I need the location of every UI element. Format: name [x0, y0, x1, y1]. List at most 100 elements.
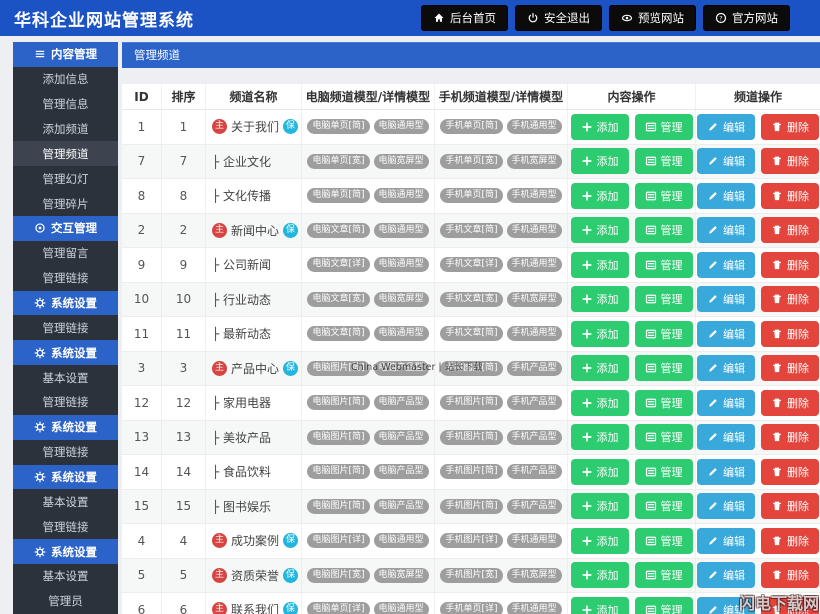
manage-button[interactable]: 管理 [634, 389, 693, 416]
edit-button[interactable]: 编辑 [697, 217, 755, 244]
delete-button[interactable]: 删除 [761, 148, 819, 175]
sidebar-item-manage-links-4[interactable]: 管理链接 [13, 440, 118, 465]
manage-button[interactable]: 管理 [634, 251, 693, 278]
manage-button[interactable]: 管理 [634, 596, 693, 614]
delete-button[interactable]: 删除 [761, 320, 819, 347]
add-button[interactable]: 添加 [570, 562, 629, 589]
manage-button[interactable]: 管理 [634, 424, 693, 451]
sidebar-item-manage-links-5[interactable]: 管理链接 [13, 514, 118, 539]
edit-button[interactable]: 编辑 [697, 113, 755, 140]
list-icon [645, 259, 657, 271]
sort-cell: 9 [162, 248, 206, 282]
manage-button[interactable]: 管理 [634, 355, 693, 382]
nav-button-official[interactable]: ? 官方网站 [703, 5, 790, 31]
delete-button[interactable]: 删除 [761, 424, 819, 451]
sidebar-section-system-settings-4[interactable]: 系统设置 [13, 464, 118, 490]
plus-icon [581, 466, 593, 478]
delete-button[interactable]: 删除 [761, 286, 819, 313]
add-button[interactable]: 添加 [570, 113, 629, 140]
sort-cell: 7 [162, 144, 206, 178]
manage-button[interactable]: 管理 [634, 458, 693, 485]
sidebar-section-system-settings-2[interactable]: 系统设置 [13, 340, 118, 366]
sidebar-section-content-manage[interactable]: 内容管理 [13, 42, 118, 67]
sidebar-section-system-settings-1[interactable]: 系统设置 [13, 290, 118, 316]
edit-button[interactable]: 编辑 [697, 562, 755, 589]
sidebar-item-admin[interactable]: 管理员 [13, 589, 118, 614]
edit-button[interactable]: 编辑 [697, 251, 755, 278]
manage-button[interactable]: 管理 [634, 182, 693, 209]
sidebar-item-manage-messages[interactable]: 管理留言 [13, 241, 118, 266]
sidebar-item-add-channel[interactable]: 添加频道 [13, 117, 118, 142]
edit-button[interactable]: 编辑 [697, 320, 755, 347]
main-badge: 主 [212, 602, 227, 614]
delete-button[interactable]: 删除 [761, 562, 819, 589]
model-badge: 手机图片[简] [440, 464, 503, 480]
sidebar-item-manage-channel[interactable]: 管理频道 [13, 141, 118, 167]
sidebar-item-manage-info[interactable]: 管理信息 [13, 92, 118, 117]
nav-button-home[interactable]: 后台首页 [421, 5, 508, 31]
edit-button[interactable]: 编辑 [697, 286, 755, 313]
table-row: 2 2 主新闻中心保电脑文章[简] 电脑通用型 手机文章[简] 手机通用型 添加 管理 编辑 删除 [122, 213, 820, 248]
manage-button[interactable]: 管理 [634, 113, 693, 140]
delete-button[interactable]: 删除 [761, 527, 819, 554]
manage-button[interactable]: 管理 [634, 286, 693, 313]
add-button[interactable]: 添加 [570, 286, 629, 313]
delete-button[interactable]: 删除 [761, 458, 819, 485]
add-button[interactable]: 添加 [570, 182, 629, 209]
sidebar-section-system-settings-3[interactable]: 系统设置 [13, 414, 118, 440]
sidebar-item-manage-slides[interactable]: 管理幻灯 [13, 166, 118, 191]
add-button[interactable]: 添加 [570, 320, 629, 347]
model-badge: 手机文章[详] [440, 257, 503, 273]
sidebar-item-add-info[interactable]: 添加信息 [13, 67, 118, 92]
add-button[interactable]: 添加 [570, 493, 629, 520]
add-button[interactable]: 添加 [570, 527, 629, 554]
manage-button[interactable]: 管理 [634, 527, 693, 554]
delete-button[interactable]: 删除 [761, 217, 819, 244]
manage-button[interactable]: 管理 [634, 148, 693, 175]
edit-button[interactable]: 编辑 [697, 389, 755, 416]
sidebar-section-system-settings-5[interactable]: 系统设置 [13, 539, 118, 565]
add-button[interactable]: 添加 [570, 217, 629, 244]
delete-button[interactable]: 删除 [761, 493, 819, 520]
delete-button[interactable]: 删除 [761, 182, 819, 209]
model-badge: 电脑文章[详] [307, 257, 370, 273]
add-button[interactable]: 添加 [570, 458, 629, 485]
sidebar-section-interact-manage[interactable]: 交互管理 [13, 216, 118, 241]
manage-button[interactable]: 管理 [634, 493, 693, 520]
sidebar-item-basic-settings-1[interactable]: 基本设置 [13, 365, 118, 390]
add-button[interactable]: 添加 [570, 355, 629, 382]
nav-button-logout[interactable]: 安全退出 [515, 5, 602, 31]
edit-button[interactable]: 编辑 [697, 148, 755, 175]
delete-button[interactable]: 删除 [761, 113, 819, 140]
manage-button[interactable]: 管理 [634, 320, 693, 347]
id-cell: 2 [122, 213, 162, 247]
nav-button-preview[interactable]: 预览网站 [609, 5, 696, 31]
pc-model-cell: 电脑图片[简] 电脑产品型 [302, 386, 435, 420]
sidebar-item-manage-fragments[interactable]: 管理碎片 [13, 191, 118, 216]
add-button[interactable]: 添加 [570, 251, 629, 278]
edit-button[interactable]: 编辑 [697, 182, 755, 209]
delete-button[interactable]: 删除 [761, 355, 819, 382]
delete-button[interactable]: 删除 [761, 389, 819, 416]
name-cell: ├ 最新动态 [206, 317, 302, 351]
edit-button[interactable]: 编辑 [697, 424, 755, 451]
sidebar-item-manage-links-1[interactable]: 管理链接 [13, 266, 118, 291]
add-button[interactable]: 添加 [570, 389, 629, 416]
edit-button[interactable]: 编辑 [697, 355, 755, 382]
add-button[interactable]: 添加 [570, 596, 629, 614]
edit-button[interactable]: 编辑 [697, 527, 755, 554]
sidebar-item-manage-links-3[interactable]: 管理链接 [13, 390, 118, 415]
sidebar-item-basic-settings-3[interactable]: 基本设置 [13, 564, 118, 589]
id-cell: 3 [122, 351, 162, 385]
manage-button[interactable]: 管理 [634, 562, 693, 589]
sidebar-item-manage-links-2[interactable]: 管理链接 [13, 315, 118, 340]
delete-button[interactable]: 删除 [761, 251, 819, 278]
manage-button[interactable]: 管理 [634, 217, 693, 244]
add-button[interactable]: 添加 [570, 148, 629, 175]
edit-button[interactable]: 编辑 [697, 458, 755, 485]
add-button[interactable]: 添加 [570, 424, 629, 451]
trash-icon [771, 121, 783, 133]
edit-icon [707, 328, 719, 340]
edit-button[interactable]: 编辑 [697, 493, 755, 520]
sidebar-item-basic-settings-2[interactable]: 基本设置 [13, 489, 118, 514]
